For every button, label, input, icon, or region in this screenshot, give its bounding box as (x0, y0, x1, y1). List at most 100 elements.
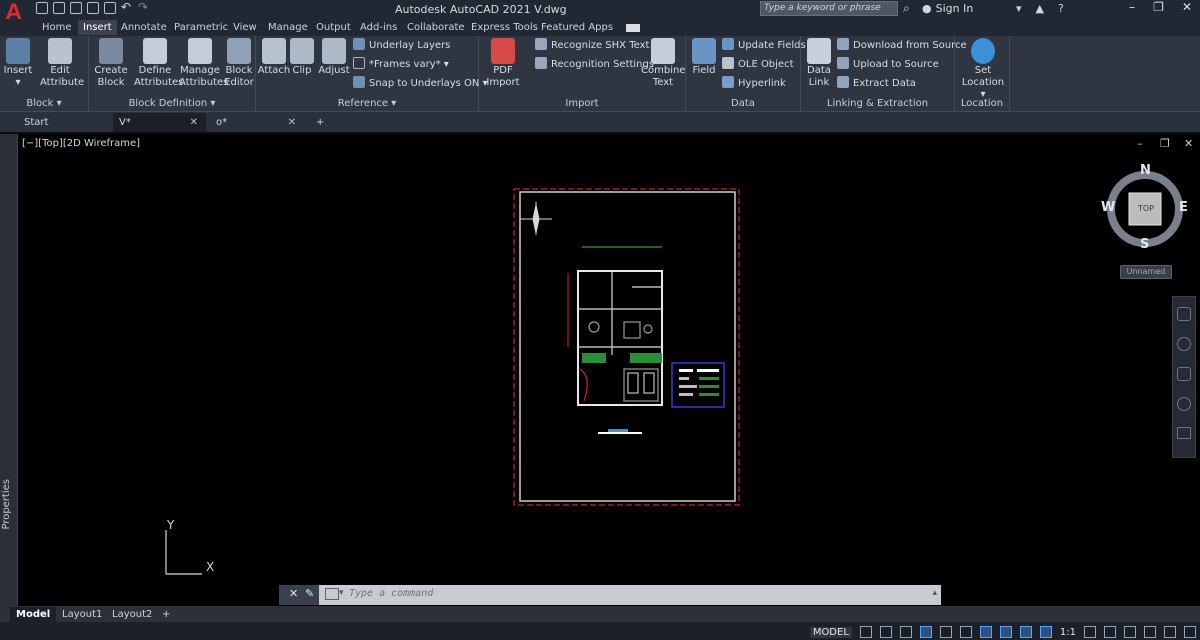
file-tab-start[interactable]: Start (18, 113, 108, 132)
close-tab-icon[interactable]: ✕ (288, 113, 296, 132)
help-icon[interactable]: ? (1058, 2, 1064, 15)
tab-insert[interactable]: Insert (78, 20, 117, 35)
properties-side-panel[interactable]: Properties (0, 134, 18, 606)
viewport-controls[interactable]: [−][Top][2D Wireframe] (22, 138, 140, 149)
tab-add-ins[interactable]: Add-ins (360, 20, 397, 35)
viewport-restore-icon[interactable]: ❐ (1160, 137, 1170, 150)
search-input[interactable]: Type a keyword or phrase (760, 1, 898, 16)
grid-icon[interactable] (859, 626, 872, 638)
lineweight-icon[interactable] (999, 626, 1012, 638)
object-snap-tracking-icon[interactable] (959, 626, 972, 638)
model-space-toggle[interactable]: MODEL (809, 626, 852, 638)
tab-parametric[interactable]: Parametric (174, 20, 228, 35)
ole-object-button[interactable]: OLE Object (722, 57, 794, 73)
undo-icon[interactable]: ↶ (121, 1, 133, 14)
snap-icon[interactable] (879, 626, 892, 638)
compass-north[interactable]: N (1140, 163, 1151, 178)
minimize-button[interactable]: – (1129, 0, 1135, 14)
download-source-button[interactable]: Download from Source (837, 38, 967, 54)
customize-icon[interactable]: ✎ (305, 587, 314, 600)
layout-tab-model[interactable]: Model (10, 607, 57, 622)
field-button[interactable]: Field (686, 38, 722, 77)
set-location-button[interactable]: Set Location ▾ (961, 38, 1005, 101)
close-button[interactable]: ✕ (1182, 0, 1192, 14)
combine-text-button[interactable]: Combine Text (641, 38, 685, 89)
annotation-visibility-icon[interactable] (1019, 626, 1032, 638)
tab-express-tools[interactable]: Express Tools (471, 20, 538, 35)
update-fields-button[interactable]: Update Fields (722, 38, 806, 54)
compass-south[interactable]: S (1140, 237, 1149, 252)
frames-vary-dropdown[interactable]: *Frames vary* ▾ (353, 57, 449, 73)
search-icon[interactable]: ⌕ (903, 1, 910, 16)
viewport-close-icon[interactable]: ✕ (1184, 137, 1193, 150)
restore-button[interactable]: ❐ (1153, 0, 1164, 14)
tab-annotate[interactable]: Annotate (121, 20, 167, 35)
extract-data-button[interactable]: Extract Data (837, 76, 916, 92)
polar-icon[interactable] (919, 626, 932, 638)
tab-view[interactable]: View (233, 20, 257, 35)
object-snap-icon[interactable] (979, 626, 992, 638)
viewport-minimize-icon[interactable]: – (1137, 137, 1143, 150)
a360-icon[interactable]: ▲ (1036, 2, 1044, 15)
tab-collaborate[interactable]: Collaborate (407, 20, 465, 35)
data-link-button[interactable]: Data Link (801, 38, 837, 89)
open-icon[interactable] (53, 2, 65, 14)
save-icon[interactable] (70, 2, 82, 14)
close-command-line-icon[interactable]: ✕ (289, 587, 298, 600)
create-block-button[interactable]: Create Block (93, 38, 129, 89)
clip-button[interactable]: Clip (286, 38, 318, 77)
command-dropdown-icon[interactable]: ▾ (339, 588, 344, 598)
steering-wheel-icon[interactable] (1177, 307, 1191, 321)
workspace-gear-icon[interactable] (1084, 626, 1096, 638)
adjust-button[interactable]: Adjust (318, 38, 350, 77)
pan-icon[interactable] (1177, 337, 1191, 351)
block-editor-button[interactable]: Block Editor (223, 38, 255, 89)
manage-attributes-button[interactable]: Manage Attributes (179, 38, 228, 89)
snap-underlays-dropdown[interactable]: Snap to Underlays ON ▾ (353, 76, 488, 92)
sign-in-button[interactable]: ● Sign In (922, 2, 973, 15)
compass-west[interactable]: W (1101, 200, 1115, 215)
fullscreen-icon[interactable] (1164, 626, 1176, 638)
isodraft-icon[interactable] (939, 626, 952, 638)
cart-icon[interactable]: ▾ (1016, 2, 1022, 15)
annotation-monitor-icon[interactable] (1104, 626, 1116, 638)
showmotion-icon[interactable] (1177, 427, 1191, 439)
properties-label[interactable]: Properties (1, 479, 12, 530)
file-tab-v[interactable]: V* ✕ (113, 113, 206, 132)
recognition-settings-button[interactable]: Recognition Settings (535, 57, 654, 73)
recognize-shx-button[interactable]: Recognize SHX Text (535, 38, 649, 54)
viewcube-top-face[interactable]: TOP (1138, 204, 1154, 213)
tab-featured-apps[interactable]: Featured Apps (541, 20, 613, 35)
ribbon-options-icon[interactable] (626, 24, 640, 32)
tab-home[interactable]: Home (42, 20, 72, 35)
upload-source-button[interactable]: Upload to Source (837, 57, 939, 73)
zoom-icon[interactable] (1177, 367, 1191, 381)
tab-output[interactable]: Output (316, 20, 351, 35)
auto-scale-icon[interactable] (1039, 626, 1052, 638)
insert-button[interactable]: Insert ▾ (0, 38, 36, 89)
command-input[interactable]: Type a command (349, 588, 433, 599)
define-attributes-button[interactable]: Define Attributes (134, 38, 183, 89)
panel-title-block-definition[interactable]: Block Definition ▾ (89, 97, 255, 110)
new-tab-button[interactable]: + (310, 113, 330, 132)
layout-tab-layout2[interactable]: Layout2 (106, 607, 158, 622)
customization-menu-icon[interactable] (1184, 626, 1196, 638)
command-scroll-icon[interactable]: ▴ (932, 588, 937, 598)
orbit-icon[interactable] (1177, 397, 1191, 411)
add-layout-button[interactable]: + (156, 607, 176, 622)
panel-title-reference[interactable]: Reference ▾ (256, 97, 478, 110)
ucs-menu[interactable]: Unnamed (1120, 265, 1172, 279)
pdf-import-button[interactable]: PDF Import (483, 38, 523, 89)
redo-icon[interactable]: ↷ (138, 1, 150, 14)
plot-icon[interactable] (104, 2, 116, 14)
ortho-icon[interactable] (899, 626, 912, 638)
isolate-objects-icon[interactable] (1144, 626, 1156, 638)
hyperlink-button[interactable]: Hyperlink (722, 76, 786, 92)
annotation-scale[interactable]: 1:1 (1060, 627, 1076, 638)
file-tab-o[interactable]: o* ✕ (210, 113, 304, 132)
close-tab-icon[interactable]: ✕ (190, 113, 198, 132)
layout-tab-layout1[interactable]: Layout1 (56, 607, 108, 622)
underlay-layers-button[interactable]: Underlay Layers (353, 38, 450, 54)
edit-attribute-button[interactable]: Edit Attribute (40, 38, 84, 89)
panel-title-block[interactable]: Block ▾ (0, 97, 88, 110)
